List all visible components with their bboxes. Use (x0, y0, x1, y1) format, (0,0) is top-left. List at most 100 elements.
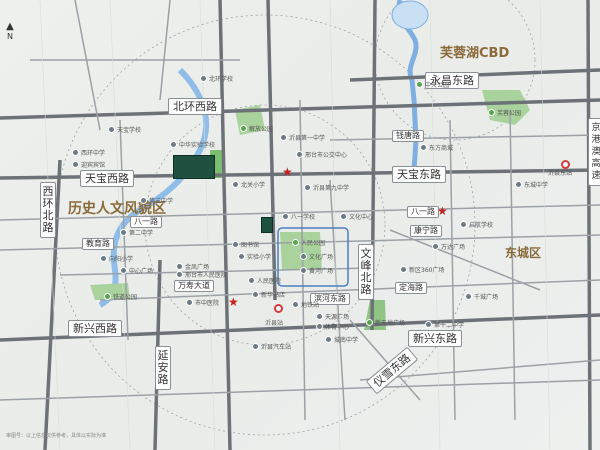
road-label-bayi-west: 八一路 (130, 216, 162, 228)
poi-icon (488, 109, 495, 116)
poi-icon (296, 151, 303, 158)
poi-no12[interactable]: 第十二中学 (425, 320, 464, 329)
landmark-star-icon[interactable]: ★ (282, 166, 293, 178)
poi-shiyan[interactable]: 实验小学 (238, 252, 271, 261)
poi-sanzhong[interactable]: 第三中学 (140, 196, 173, 205)
poi-tianyuan[interactable]: 天源广场 (316, 312, 349, 321)
poi-no9-school[interactable]: 沂县第九中学 (304, 183, 349, 192)
landmark-star-icon[interactable]: ★ (437, 205, 448, 217)
district-cbd: 芙蓉湖CBD (440, 46, 510, 61)
poi-icon (232, 181, 239, 188)
poi-icon (292, 301, 299, 308)
poi-icon (292, 239, 299, 246)
poi-icon (280, 134, 287, 141)
poi-beiguan-school[interactable]: 北关小学 (232, 180, 265, 189)
poi-yingbin-hotel[interactable]: 迎宾宾馆 (72, 160, 105, 169)
poi-no1-school[interactable]: 沂县第一中学 (280, 133, 325, 142)
poi-xiangyang[interactable]: 向阳小学 (100, 254, 133, 263)
road-label-tianbao-dong: 天宝东路 (392, 166, 446, 183)
poi-east-station[interactable]: 沂县东站 (548, 168, 572, 177)
poi-xihuan-school[interactable]: 西环中学 (72, 148, 105, 157)
poi-wanda[interactable]: 万达广场 (432, 242, 465, 251)
poi-sports[interactable]: 体育中心 (316, 322, 349, 331)
poi-icon (120, 229, 127, 236)
project-block[interactable] (173, 155, 215, 179)
poi-furong-park[interactable]: 芙蓉公园 (488, 108, 521, 117)
poi-beihuan-school[interactable]: 北环学校 (200, 74, 233, 83)
poi-icon (282, 213, 289, 220)
poi-wenhua[interactable]: 文化广场 (300, 252, 333, 261)
poi-bus-station[interactable]: 沂县汽车站 (252, 342, 291, 351)
poi-icon (100, 255, 107, 262)
poi-xinqu[interactable]: 新区360广场 (400, 265, 444, 274)
poi-icon (340, 213, 347, 220)
poi-icon (432, 243, 439, 250)
poi-tianbao-school[interactable]: 天宝学校 (108, 125, 141, 134)
poi-culture-center[interactable]: 文化中心 (340, 212, 373, 221)
poi-erzhong[interactable]: 第二中学 (120, 228, 153, 237)
poi-zhongzhou-park[interactable]: 中央公园 (416, 80, 449, 89)
poi-renmin-hospital[interactable]: 人民医院 (248, 276, 281, 285)
map-footer-note: 审图号：以上信息仅供参考，具体以实际为准 (6, 433, 107, 439)
poi-icon (120, 267, 127, 274)
road-label-jiaoyu: 教育路 (82, 238, 114, 250)
road-label-xinxing-xi: 新兴西路 (68, 320, 122, 337)
road-label-wanfu: 万寿大道 (174, 280, 214, 292)
poi-icon (304, 184, 311, 191)
poi-icon (465, 293, 472, 300)
poi-shizhong[interactable]: 市中医院 (186, 298, 219, 307)
map-canvas[interactable]: ▲ N 芙蓉湖CBD 历史人文风貌区 东城区 北环西路 永昌东路 天宝西路 天宝… (0, 0, 600, 450)
poi-icon (366, 319, 373, 326)
road-label-bayi: 八一路 (407, 206, 439, 218)
poi-icon (72, 161, 79, 168)
station-pin-icon[interactable] (274, 304, 283, 313)
poi-dongcheng-school[interactable]: 东城中学 (515, 180, 548, 189)
poi-icon (325, 336, 332, 343)
road-label-tianbao-xi: 天宝西路 (80, 170, 134, 187)
district-east: 东城区 (505, 246, 542, 260)
poi-dongfang-mall[interactable]: 东方商城 (420, 143, 453, 152)
poi-icon (72, 149, 79, 156)
poi-metro[interactable]: 地铁站 (292, 300, 319, 309)
poi-hospital[interactable]: 邢台市人民医院 (176, 270, 227, 279)
poi-xintiandi[interactable]: 新天地广场 (366, 318, 405, 327)
poi-icon (316, 313, 323, 320)
road-label-xinxing-dong: 新兴东路 (408, 330, 462, 347)
poi-center-station[interactable]: 沂县站 (265, 318, 283, 327)
poi-jiefang-park[interactable]: 解放公园 (240, 124, 273, 133)
poi-zhongfu-school[interactable]: 中华实验学校 (170, 140, 215, 149)
poi-icon (200, 75, 207, 82)
project-marker[interactable] (261, 217, 273, 233)
poi-zhongxin[interactable]: 中心广场 (120, 266, 153, 275)
poi-tiedao[interactable]: 铁道公园 (104, 292, 137, 301)
road-label-dinghai: 定海路 (395, 282, 427, 294)
road-gaosu (586, 0, 592, 450)
poi-gov-center[interactable]: 邢台市公交中心 (296, 150, 347, 159)
poi-icon (252, 343, 259, 350)
poi-xinhua[interactable]: 新华书店 (252, 290, 285, 299)
compass-label: N (7, 32, 13, 41)
poi-icon (316, 323, 323, 330)
compass-icon: ▲ N (4, 22, 16, 42)
poi-library[interactable]: 图书馆 (232, 240, 259, 249)
poi-icon (170, 141, 177, 148)
poi-chengnan[interactable]: 城南中学 (325, 335, 358, 344)
poi-qihang[interactable]: 启航学校 (460, 220, 493, 229)
poi-icon (460, 221, 467, 228)
landmark-star-icon[interactable]: ★ (228, 296, 239, 308)
road-label-xuzhou: 钱唐路 (392, 130, 424, 142)
poi-icon (104, 293, 111, 300)
poi-bayi-school[interactable]: 八一学校 (282, 212, 315, 221)
poi-icon (425, 321, 432, 328)
poi-icon (140, 197, 147, 204)
poi-icon (176, 271, 183, 278)
poi-icon (400, 266, 407, 273)
poi-icon (240, 125, 247, 132)
poi-icon (232, 241, 239, 248)
poi-icon (176, 263, 183, 270)
poi-icon (416, 81, 423, 88)
poi-huanghe[interactable]: 黄河广场 (300, 266, 333, 275)
poi-renmin-park[interactable]: 人民公园 (292, 238, 325, 247)
road-label-gaosu: 京港澳高速 (588, 118, 600, 186)
poi-qiancheng[interactable]: 千城广场 (465, 292, 498, 301)
